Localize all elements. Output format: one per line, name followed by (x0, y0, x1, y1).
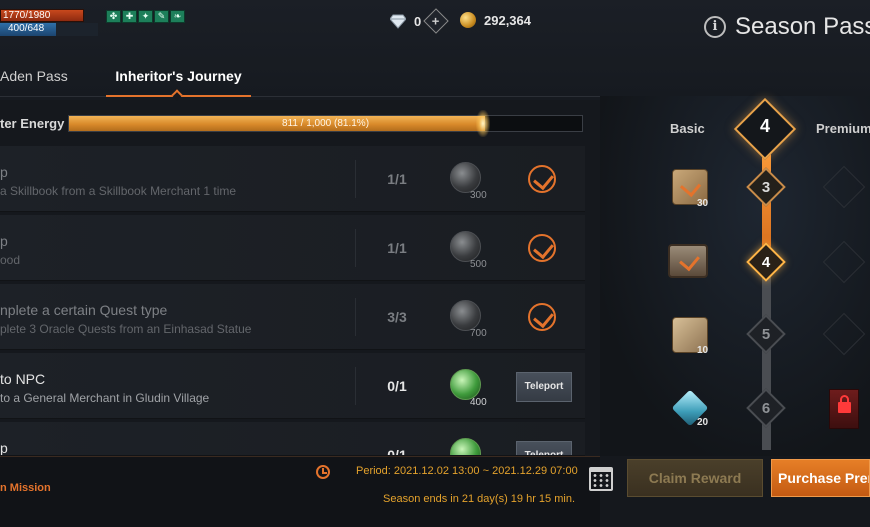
energy-orb-icon (450, 438, 481, 455)
mission-row[interactable]: p ood 1/1 500 (0, 215, 585, 281)
teleport-button[interactable]: Teleport (516, 441, 572, 455)
reward-value: 400 (470, 397, 487, 408)
mission-progress: 1/1 (387, 240, 407, 256)
reward-value: 700 (470, 328, 487, 339)
mission-progress: 0/1 (387, 447, 407, 456)
diamond-count: 0 (414, 13, 422, 29)
calendar-icon[interactable] (589, 467, 613, 491)
tab-inheritors-journey[interactable]: Inheritor's Journey (106, 68, 251, 84)
reward-count: 20 (697, 417, 709, 428)
row-divider (355, 229, 356, 267)
completed-check-icon (528, 234, 556, 262)
mission-description: a Skillbook from a Skillbook Merchant 1 … (0, 184, 237, 198)
energy-orb-icon (450, 369, 481, 400)
completed-check-icon (528, 165, 556, 193)
reward-value: 500 (470, 259, 487, 270)
buff-icon[interactable]: ✎ (154, 10, 169, 23)
level-number: 5 (761, 326, 771, 343)
info-icon[interactable]: i (704, 16, 726, 38)
basic-column-label: Basic (670, 121, 705, 136)
claim-reward-button[interactable]: Claim Reward (627, 459, 763, 497)
mission-name: p (0, 164, 8, 180)
mission-link[interactable]: n Mission (0, 482, 51, 494)
diamond-icon (390, 14, 406, 29)
mission-row[interactable]: nplete a certain Quest type plete 3 Orac… (0, 284, 585, 350)
buff-icon[interactable]: ✦ (138, 10, 153, 23)
current-level-number: 4 (759, 116, 770, 136)
lock-icon (838, 395, 851, 413)
buff-icon[interactable]: ✚ (122, 10, 137, 23)
buff-icon[interactable]: ❧ (170, 10, 185, 23)
row-divider (355, 367, 356, 405)
hp-bar: 1770/1980 (0, 9, 84, 22)
energy-orb-icon (450, 162, 481, 193)
energy-orb-icon (450, 300, 481, 331)
completed-check-icon (528, 303, 556, 331)
row-divider (355, 160, 356, 198)
purchase-premium-button[interactable]: Purchase Premium (771, 459, 870, 497)
mission-name: p (0, 233, 8, 249)
reward-value: 300 (470, 190, 487, 201)
adena-currency: 292,364 (460, 12, 531, 28)
season-countdown: Season ends in 21 day(s) 19 hr 15 min. (383, 493, 576, 505)
mission-row[interactable]: p a Skillbook from a Skillbook Merchant … (0, 146, 585, 212)
mission-description: to a General Merchant in Gludin Village (0, 391, 210, 405)
buff-list: ✤ ✚ ✦ ✎ ❧ (106, 10, 185, 23)
energy-orb-icon (450, 231, 481, 262)
treasure-chest-icon[interactable] (668, 244, 708, 278)
mission-description: ood (0, 253, 21, 267)
mission-row[interactable]: p 0/1 Teleport (0, 422, 585, 456)
mission-name: to NPC (0, 371, 46, 387)
adena-icon (460, 12, 476, 28)
level-number: 6 (761, 400, 771, 417)
add-diamond-button[interactable]: + (423, 8, 449, 34)
reward-count: 30 (697, 198, 709, 209)
mission-name: p (0, 440, 8, 456)
mission-name: nplete a certain Quest type (0, 302, 168, 318)
mission-progress: 3/3 (387, 309, 407, 325)
level-number: 3 (761, 179, 771, 196)
reward-count: 10 (697, 345, 709, 356)
mission-progress: 1/1 (387, 171, 407, 187)
mission-row[interactable]: to NPC to a General Merchant in Gludin V… (0, 353, 585, 419)
clock-icon (316, 465, 330, 479)
mp-bar: 400/648 (0, 23, 56, 36)
tab-aden-pass[interactable]: Aden Pass (0, 68, 68, 84)
energy-text: 811 / 1,000 (81.1%) (281, 118, 370, 129)
mission-description: plete 3 Oracle Quests from an Einhasad S… (0, 322, 252, 336)
adena-count: 292,364 (484, 12, 531, 28)
level-number: 4 (761, 254, 771, 271)
row-divider (355, 298, 356, 336)
buff-icon[interactable]: ✤ (106, 10, 121, 23)
plus-icon: + (432, 13, 441, 29)
premium-column-label: Premium (816, 121, 870, 136)
energy-bar: 811 / 1,000 (81.1%) (68, 110, 583, 137)
teleport-button[interactable]: Teleport (516, 372, 572, 402)
mission-progress: 0/1 (387, 378, 407, 394)
energy-label: ter Energy (0, 116, 65, 131)
page-title: Season Pass (735, 13, 870, 40)
season-period: Period: 2021.12.02 13:00 ~ 2021.12.29 07… (356, 465, 578, 477)
diamond-currency: 0 + (390, 8, 449, 34)
tab-divider (0, 96, 600, 97)
